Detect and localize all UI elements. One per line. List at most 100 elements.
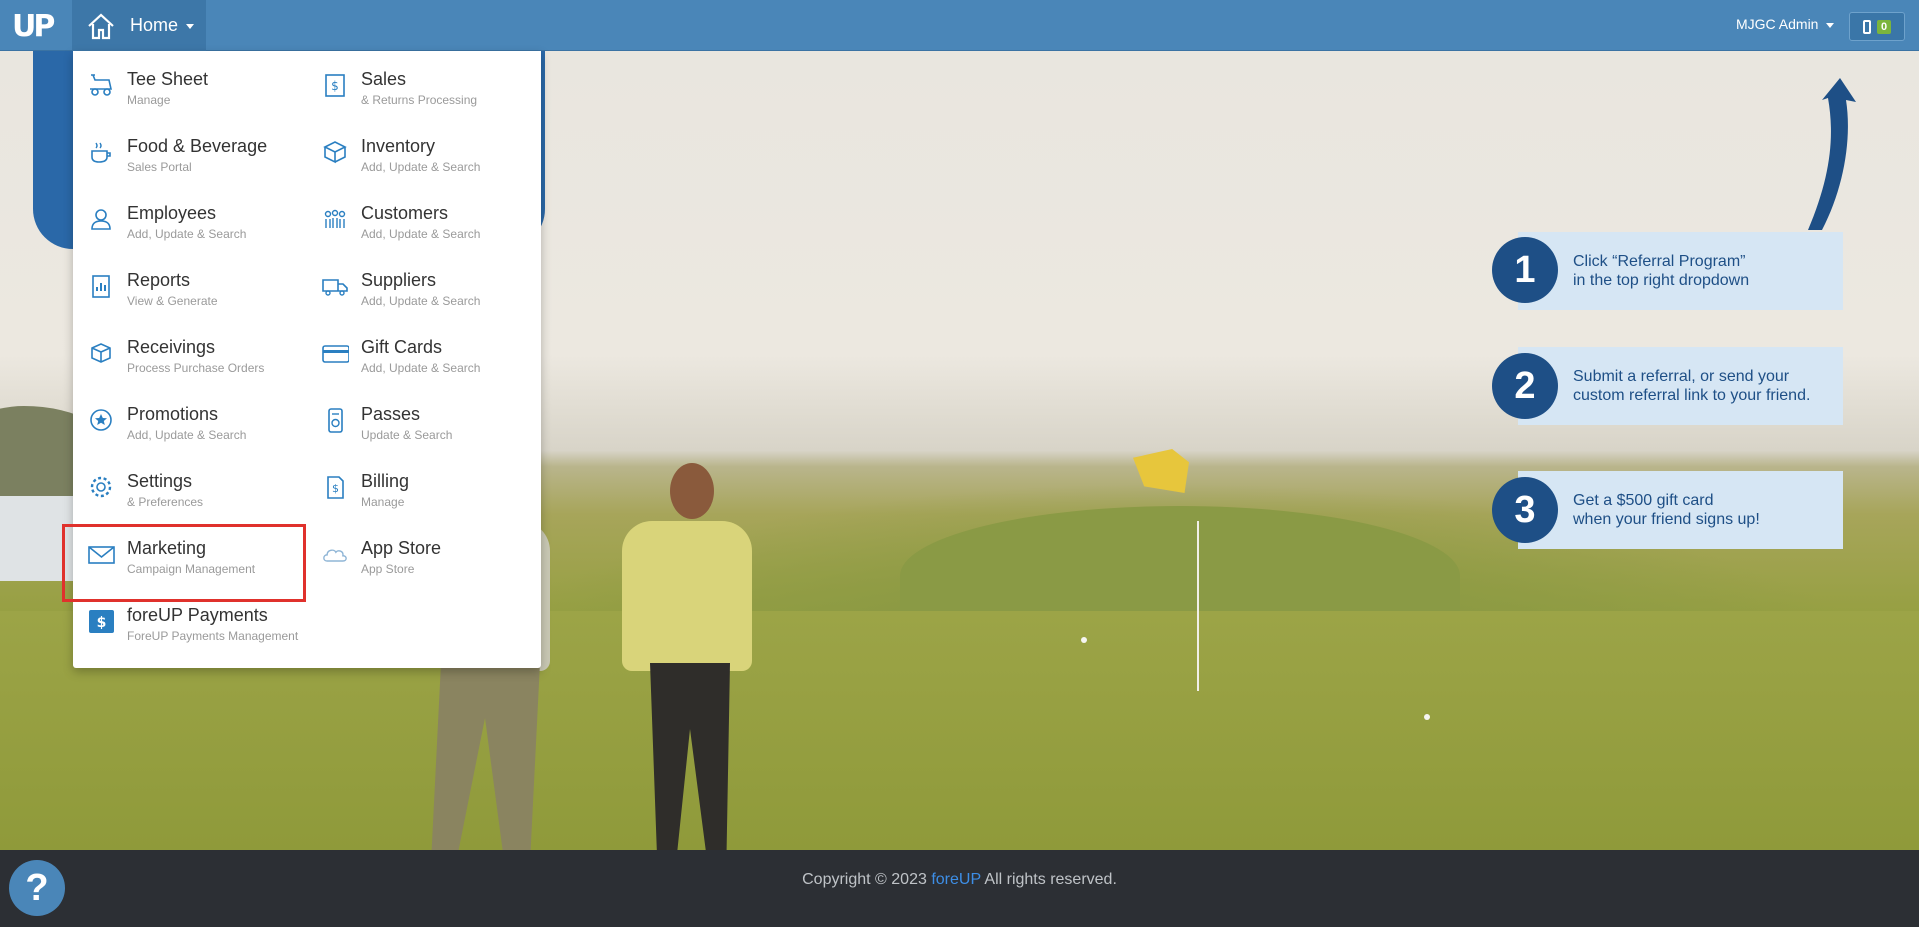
menu-item-subtitle: Add, Update & Search — [361, 294, 481, 308]
step-text-line1: Click “Referral Program” — [1573, 253, 1746, 270]
golf-cart-icon — [90, 74, 112, 96]
golfer-right-shirt — [622, 521, 752, 671]
star-icon — [90, 409, 112, 431]
foreup-link[interactable]: foreUP — [931, 871, 981, 888]
menu-item-label: Settings — [127, 471, 193, 491]
step-text-line2: in the top right dropdown — [1573, 272, 1750, 289]
menu-item-promotions[interactable]: Promotions Add, Update & Search — [73, 386, 303, 446]
menu-item-food-beverage[interactable]: Food & Beverage Sales Portal — [73, 118, 303, 178]
curved-arrow-icon — [1808, 78, 1856, 230]
copyright-suffix: All rights reserved. — [980, 871, 1117, 888]
menu-item-subtitle: Manage — [127, 93, 171, 107]
referral-step-2: Submit a referral, or send your custom re… — [1518, 347, 1843, 425]
home-icon — [88, 13, 114, 39]
home-label: Home — [130, 15, 179, 35]
dollar-icon: $ — [89, 610, 114, 633]
truck-icon — [322, 279, 348, 296]
menu-item-subtitle: Add, Update & Search — [127, 428, 247, 442]
top-navbar: UP Home MJGC Admin 0 — [0, 0, 1919, 51]
foreup-logo[interactable]: UP — [12, 9, 56, 44]
referral-step-3: Get a $500 gift card when your friend sig… — [1518, 471, 1843, 549]
menu-item-receivings[interactable]: Receivings Process Purchase Orders — [73, 319, 303, 379]
phone-icon — [1862, 19, 1871, 34]
menu-item-subtitle: & Returns Processing — [361, 93, 478, 107]
menu-item-label: Food & Beverage — [127, 136, 268, 156]
step-number-1: 1 — [1492, 237, 1558, 303]
menu-item-reports[interactable]: Reports View & Generate — [73, 252, 303, 312]
report-icon — [92, 275, 110, 298]
box-icon — [323, 141, 347, 164]
menu-item-billing[interactable]: $ Billing Manage — [307, 453, 537, 513]
marketing-highlight-box — [62, 524, 306, 602]
menu-item-label: Suppliers — [361, 270, 437, 290]
flag-pole — [1197, 521, 1199, 691]
user-name: MJGC Admin — [1736, 16, 1819, 32]
help-button[interactable]: ? — [9, 860, 65, 916]
svg-text:$: $ — [332, 482, 339, 495]
step-text-line2: when your friend signs up! — [1573, 511, 1760, 528]
menu-item-subtitle: Add, Update & Search — [361, 160, 481, 174]
menu-item-label: Receivings — [127, 337, 216, 357]
package-icon — [91, 343, 111, 363]
menu-item-passes[interactable]: Passes Update & Search — [307, 386, 537, 446]
menu-item-app-store[interactable]: App Store App Store — [307, 520, 537, 580]
chevron-down-icon — [1826, 22, 1835, 28]
menu-item-subtitle: Add, Update & Search — [127, 227, 247, 241]
menu-item-label: App Store — [361, 538, 442, 558]
employee-icon — [91, 209, 111, 230]
menu-item-subtitle: Add, Update & Search — [361, 227, 481, 241]
menu-item-subtitle: ForeUP Payments Management — [127, 629, 299, 643]
pass-icon — [328, 408, 343, 433]
menu-item-subtitle: Process Purchase Orders — [127, 361, 265, 375]
gear-icon — [90, 476, 112, 498]
step-number-2: 2 — [1492, 353, 1558, 419]
svg-text:$: $ — [97, 615, 107, 631]
step-number-3: 3 — [1492, 477, 1558, 543]
menu-item-gift-cards[interactable]: Gift Cards Add, Update & Search — [307, 319, 537, 379]
register-count-badge: 0 — [1876, 19, 1892, 34]
menu-item-label: Customers — [361, 203, 449, 223]
step-text-line1: Get a $500 gift card — [1573, 492, 1714, 509]
menu-item-label: Billing — [361, 471, 410, 491]
user-menu[interactable]: MJGC Admin — [1736, 16, 1835, 32]
register-button[interactable]: 0 — [1849, 12, 1905, 41]
menu-item-label: Employees — [127, 203, 217, 223]
copyright-prefix: Copyright © 2023 — [802, 871, 932, 888]
menu-item-inventory[interactable]: Inventory Add, Update & Search — [307, 118, 537, 178]
chevron-down-icon — [186, 24, 195, 29]
credit-card-icon — [322, 345, 349, 363]
menu-item-label: Sales — [361, 69, 407, 89]
home-menu-button[interactable]: Home — [72, 0, 206, 51]
golfer-right-head — [670, 463, 714, 519]
coffee-cup-icon — [91, 142, 111, 163]
svg-text:$: $ — [331, 79, 339, 93]
menu-item-subtitle: Manage — [361, 495, 405, 509]
menu-item-label: Inventory — [361, 136, 436, 156]
menu-item-label: foreUP Payments — [127, 605, 268, 625]
menu-item-label: Gift Cards — [361, 337, 443, 357]
customers-icon — [324, 209, 346, 228]
menu-item-customers[interactable]: Customers Add, Update & Search — [307, 185, 537, 245]
menu-item-label: Reports — [127, 270, 191, 290]
menu-item-subtitle: Add, Update & Search — [361, 361, 481, 375]
billing-icon: $ — [327, 476, 344, 499]
menu-item-subtitle: Sales Portal — [127, 160, 192, 174]
menu-item-suppliers[interactable]: Suppliers Add, Update & Search — [307, 252, 537, 312]
referral-step-1: Click “Referral Program” in the top right… — [1518, 232, 1843, 310]
golf-ball — [1424, 714, 1430, 720]
menu-item-label: Promotions — [127, 404, 219, 424]
menu-item-sales[interactable]: $ Sales & Returns Processing — [307, 51, 537, 111]
cloud-icon — [323, 549, 347, 562]
menu-item-subtitle: & Preferences — [127, 495, 204, 509]
step-text-line1: Submit a referral, or send your — [1573, 368, 1790, 385]
menu-item-employees[interactable]: Employees Add, Update & Search — [73, 185, 303, 245]
copyright-text: Copyright © 2023 foreUP All rights reser… — [0, 871, 1919, 889]
menu-item-subtitle: Update & Search — [361, 428, 453, 442]
step-text-line2: custom referral link to your friend. — [1573, 387, 1811, 404]
golf-ball — [1081, 637, 1087, 643]
receipt-icon: $ — [325, 74, 345, 97]
menu-item-subtitle: View & Generate — [127, 294, 218, 308]
menu-item-label: Passes — [361, 404, 421, 424]
menu-item-settings[interactable]: Settings & Preferences — [73, 453, 303, 513]
menu-item-tee-sheet[interactable]: Tee Sheet Manage — [73, 51, 303, 111]
